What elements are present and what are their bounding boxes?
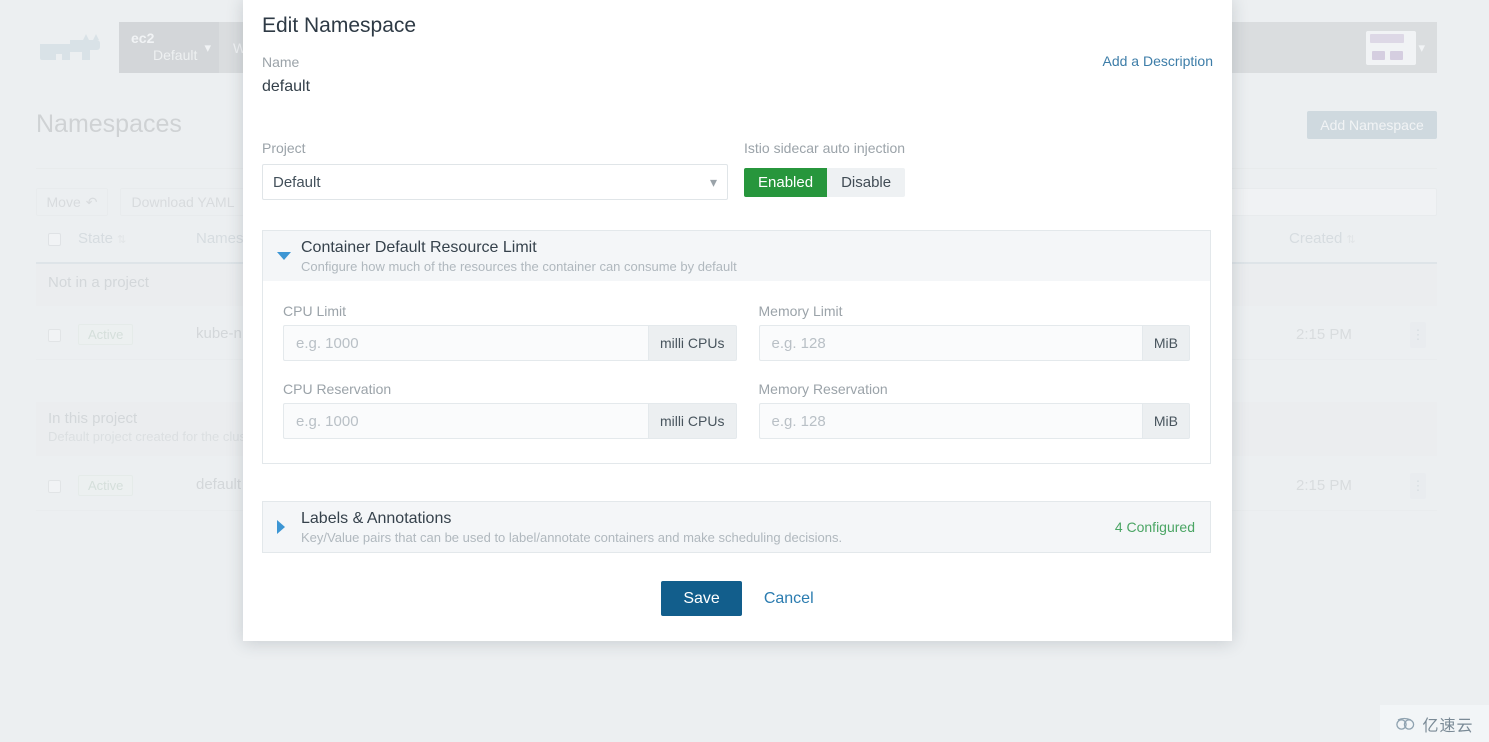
memory-reservation-input[interactable] (759, 403, 1142, 439)
move-label: Move (47, 194, 81, 210)
cpu-limit-input[interactable] (283, 325, 648, 361)
resource-limit-panel-header[interactable]: Container Default Resource Limit Configu… (263, 231, 1210, 281)
modal-footer: Save Cancel (243, 581, 1232, 616)
name-field-label: Name (262, 54, 299, 70)
row-checkbox[interactable] (48, 329, 61, 342)
cpu-limit-label: CPU Limit (283, 303, 737, 319)
cpu-limit-unit: milli CPUs (648, 325, 737, 361)
row-checkbox[interactable] (48, 480, 61, 493)
istio-enabled-button[interactable]: Enabled (744, 168, 827, 197)
edit-namespace-modal: Edit Namespace Name default Add a Descri… (243, 0, 1232, 641)
istio-toggle-group: Enabled Disable (744, 168, 905, 197)
modal-title: Edit Namespace (262, 14, 416, 38)
labels-annotations-panel-header[interactable]: Labels & Annotations Key/Value pairs tha… (263, 502, 1210, 552)
project-field-label: Project (262, 140, 306, 156)
add-namespace-button[interactable]: Add Namespace (1307, 111, 1437, 139)
move-icon: ↶ (86, 194, 98, 211)
memory-limit-unit: MiB (1142, 325, 1190, 361)
add-description-link[interactable]: Add a Description (1102, 53, 1213, 69)
memory-limit-input[interactable] (759, 325, 1142, 361)
chevron-down-icon: ▾ (710, 174, 717, 191)
triangle-right-icon[interactable] (277, 520, 285, 534)
download-yaml-button[interactable]: Download YAML (120, 188, 246, 216)
cluster-selector[interactable]: ec2 Default ▾ (119, 22, 219, 73)
cpu-limit-group: CPU Limit milli CPUs (283, 303, 737, 361)
name-field-value: default (262, 78, 310, 96)
cancel-button[interactable]: Cancel (764, 590, 814, 608)
memory-column: Memory Limit MiB Memory Reservation MiB (737, 303, 1191, 439)
status-badge: Active (78, 475, 133, 496)
project-select-value: Default (273, 174, 710, 191)
page-title: Namespaces (36, 110, 182, 139)
istio-disable-button[interactable]: Disable (827, 168, 905, 197)
status-badge: Active (78, 324, 133, 345)
row-namespace: kube-n (196, 325, 242, 342)
column-state[interactable]: State ⇅ (78, 230, 126, 247)
cpu-reservation-label: CPU Reservation (283, 381, 737, 397)
istio-field-label: Istio sidecar auto injection (744, 140, 905, 156)
labels-annotations-panel: Labels & Annotations Key/Value pairs tha… (262, 501, 1211, 553)
memory-reservation-unit: MiB (1142, 403, 1190, 439)
sort-icon: ⇅ (117, 234, 126, 246)
project-select[interactable]: Default ▾ (262, 164, 728, 200)
memory-reservation-label: Memory Reservation (759, 381, 1191, 397)
triangle-down-icon[interactable] (277, 252, 291, 260)
move-button[interactable]: Move ↶ (36, 188, 108, 216)
row-actions-icon[interactable]: ⋮ (1410, 322, 1426, 348)
row-created: 2:15 PM (1296, 326, 1352, 343)
cpu-column: CPU Limit milli CPUs CPU Reservation mil… (283, 303, 737, 439)
labels-annotations-title: Labels & Annotations (301, 510, 842, 527)
memory-limit-label: Memory Limit (759, 303, 1191, 319)
chevron-down-icon: ▾ (204, 40, 211, 56)
watermark-text: 亿速云 (1422, 712, 1473, 736)
row-actions-icon[interactable]: ⋮ (1410, 473, 1426, 499)
column-state-label: State (78, 230, 113, 247)
memory-reservation-group: Memory Reservation MiB (759, 381, 1191, 439)
rancher-logo-icon (36, 30, 106, 66)
resource-limit-subtitle: Configure how much of the resources the … (301, 259, 737, 274)
cloud-icon (1395, 717, 1417, 731)
chevron-down-icon: ▾ (1418, 40, 1425, 56)
cpu-reservation-unit: milli CPUs (648, 403, 737, 439)
cpu-reservation-group: CPU Reservation milli CPUs (283, 381, 737, 439)
sort-icon: ⇅ (1346, 234, 1355, 246)
cpu-reservation-input[interactable] (283, 403, 648, 439)
resource-limit-title: Container Default Resource Limit (301, 239, 737, 256)
select-all-checkbox[interactable] (48, 233, 61, 246)
resource-limit-panel-body: CPU Limit milli CPUs CPU Reservation mil… (263, 281, 1210, 463)
save-button[interactable]: Save (661, 581, 741, 616)
column-created-label: Created (1289, 230, 1342, 247)
apps-launcher[interactable]: ▾ (1245, 22, 1437, 73)
watermark: 亿速云 (1380, 705, 1489, 742)
resource-limit-panel: Container Default Resource Limit Configu… (262, 230, 1211, 464)
labels-configured-count: 4 Configured (1115, 519, 1195, 535)
row-namespace: default (196, 476, 241, 493)
row-created: 2:15 PM (1296, 477, 1352, 494)
grid-icon (1366, 31, 1416, 65)
memory-limit-group: Memory Limit MiB (759, 303, 1191, 361)
labels-annotations-subtitle: Key/Value pairs that can be used to labe… (301, 530, 842, 545)
column-created[interactable]: Created ⇅ (1289, 230, 1356, 247)
